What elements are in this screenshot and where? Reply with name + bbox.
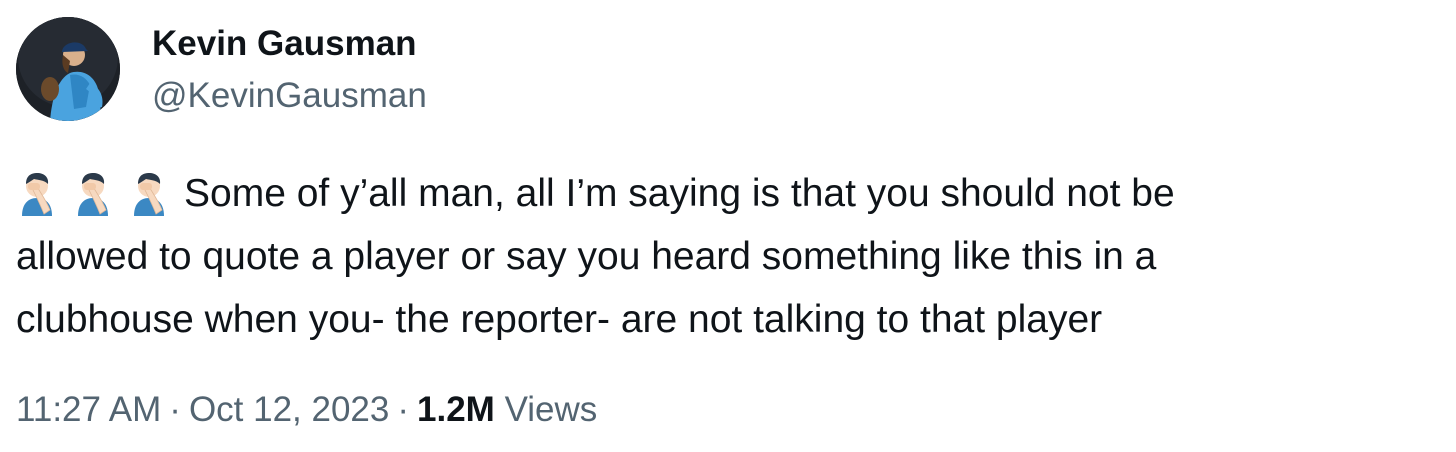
tweet-line-2: allowed to quote a player or say you hea… — [16, 235, 1157, 278]
avatar[interactable] — [16, 17, 120, 121]
tweet-card: Kevin Gausman @KevinGausman Some of y’al… — [0, 0, 1456, 452]
views-count: 1.2M — [417, 390, 495, 429]
tweet-line-1: Some of y’all man, all I’m saying is tha… — [16, 162, 1416, 225]
facepalm-emoji-icon — [72, 170, 114, 216]
avatar-image — [16, 17, 120, 121]
meta-separator: · — [169, 390, 181, 429]
meta-separator: · — [397, 390, 410, 429]
views-label: Views — [504, 390, 598, 429]
display-name[interactable]: Kevin Gausman — [152, 22, 417, 66]
facepalm-emoji-icon — [128, 170, 170, 216]
tweet-line-1-text: Some of y’all man, all I’m saying is tha… — [184, 172, 1175, 215]
tweet-text: Some of y’all man, all I’m saying is tha… — [16, 162, 1416, 351]
facepalm-emoji-icon — [16, 170, 58, 216]
user-handle[interactable]: @KevinGausman — [152, 74, 427, 118]
tweet-time[interactable]: 11:27 AM — [16, 390, 161, 429]
tweet-meta: 11:27 AM · Oct 12, 2023 · 1.2M Views — [16, 388, 597, 432]
tweet-date[interactable]: Oct 12, 2023 — [189, 390, 389, 429]
tweet-line-3: clubhouse when you- the reporter- are no… — [16, 298, 1103, 341]
